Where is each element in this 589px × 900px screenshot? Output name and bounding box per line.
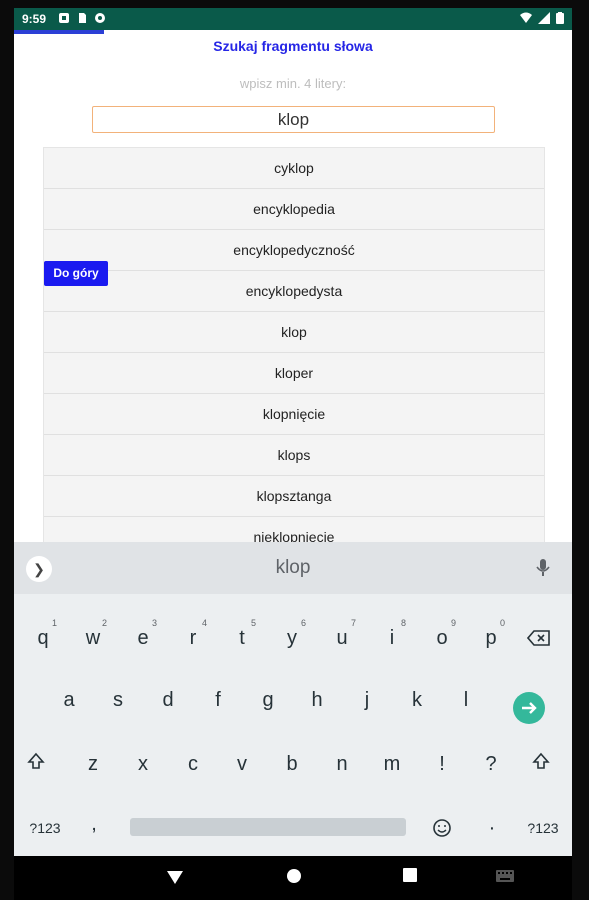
recents-square-icon[interactable]	[403, 868, 417, 882]
key-s[interactable]: s	[96, 674, 140, 726]
key-k[interactable]: k	[395, 674, 439, 726]
key-l[interactable]: l	[444, 674, 488, 726]
result-item[interactable]: cyklop	[44, 148, 544, 189]
key-m[interactable]: m	[370, 738, 414, 790]
signal-icon	[538, 12, 550, 24]
result-item[interactable]: encyklopedyczność	[44, 230, 544, 271]
wifi-icon	[520, 12, 532, 23]
key-n[interactable]: n	[320, 738, 364, 790]
key-exclamation[interactable]: !	[420, 738, 464, 790]
enter-arrow-icon[interactable]	[513, 692, 545, 724]
status-time: 9:59	[22, 12, 47, 26]
symbols-key-right[interactable]: ?123	[518, 802, 568, 854]
suggestion-word[interactable]: klop	[14, 557, 572, 579]
shift-icon[interactable]	[14, 735, 58, 787]
key-question[interactable]: ?	[469, 738, 513, 790]
key-e[interactable]: e3	[121, 612, 165, 664]
key-g[interactable]: g	[246, 674, 290, 726]
key-i[interactable]: i8	[370, 612, 414, 664]
space-bar[interactable]	[130, 818, 406, 836]
results-list: cyklop encyklopedia encyklopedyczność encyk…	[43, 147, 545, 559]
key-t[interactable]: t5	[220, 612, 264, 664]
back-triangle-icon[interactable]	[166, 868, 184, 886]
key-x[interactable]: x	[121, 738, 165, 790]
key-u[interactable]: u7	[320, 612, 364, 664]
result-item[interactable]: klopsztanga	[44, 476, 544, 517]
emoji-icon[interactable]	[420, 802, 464, 854]
key-v[interactable]: v	[220, 738, 264, 790]
loading-progress-bar	[14, 30, 572, 34]
search-input[interactable]	[92, 106, 495, 133]
battery-icon	[556, 12, 564, 24]
result-item[interactable]: encyklopedysta	[44, 271, 544, 312]
backspace-icon[interactable]	[517, 612, 561, 664]
result-item[interactable]: encyklopedia	[44, 189, 544, 230]
home-circle-icon[interactable]	[286, 868, 302, 884]
key-a[interactable]: a	[47, 674, 91, 726]
notification-icon	[59, 13, 69, 23]
status-bar: 9:59	[14, 8, 572, 30]
key-q[interactable]: q1	[21, 612, 65, 664]
key-b[interactable]: b	[270, 738, 314, 790]
period-key[interactable]: ·	[470, 802, 514, 854]
result-item[interactable]: kloper	[44, 353, 544, 394]
input-hint: wpisz min. 4 litery:	[239, 76, 347, 91]
key-f[interactable]: f	[196, 674, 240, 726]
result-item[interactable]: klop	[44, 312, 544, 353]
key-w[interactable]: w2	[71, 612, 115, 664]
key-z[interactable]: z	[71, 738, 115, 790]
shift-right-icon[interactable]	[519, 735, 563, 787]
result-item[interactable]: klopnięcie	[44, 394, 544, 435]
sim-card-icon	[79, 13, 86, 23]
comma-key[interactable]: ,	[72, 798, 116, 850]
key-h[interactable]: h	[295, 674, 339, 726]
key-c[interactable]: c	[171, 738, 215, 790]
page-title: Szukaj fragmentu słowa	[213, 38, 373, 54]
suggestion-strip: ❯ klop	[14, 542, 572, 594]
soft-keyboard: ❯ klop q1w2e3r4t5y6u7i8o9p0 asdfghjkl zxcv…	[14, 542, 572, 856]
key-j[interactable]: j	[345, 674, 389, 726]
key-y[interactable]: y6	[270, 612, 314, 664]
result-item[interactable]: klops	[44, 435, 544, 476]
symbols-key[interactable]: ?123	[22, 802, 68, 854]
keyboard-icon[interactable]	[496, 870, 514, 882]
app-window: 9:59 Szukaj fragmentu słowa wpisz min. 4…	[14, 8, 572, 900]
sync-icon	[95, 13, 105, 23]
key-d[interactable]: d	[146, 674, 190, 726]
scroll-to-top-button[interactable]: Do góry	[44, 261, 108, 286]
navigation-bar	[14, 856, 572, 900]
key-p[interactable]: p0	[469, 612, 513, 664]
key-r[interactable]: r4	[171, 612, 215, 664]
microphone-icon[interactable]	[534, 558, 552, 578]
key-o[interactable]: o9	[420, 612, 464, 664]
